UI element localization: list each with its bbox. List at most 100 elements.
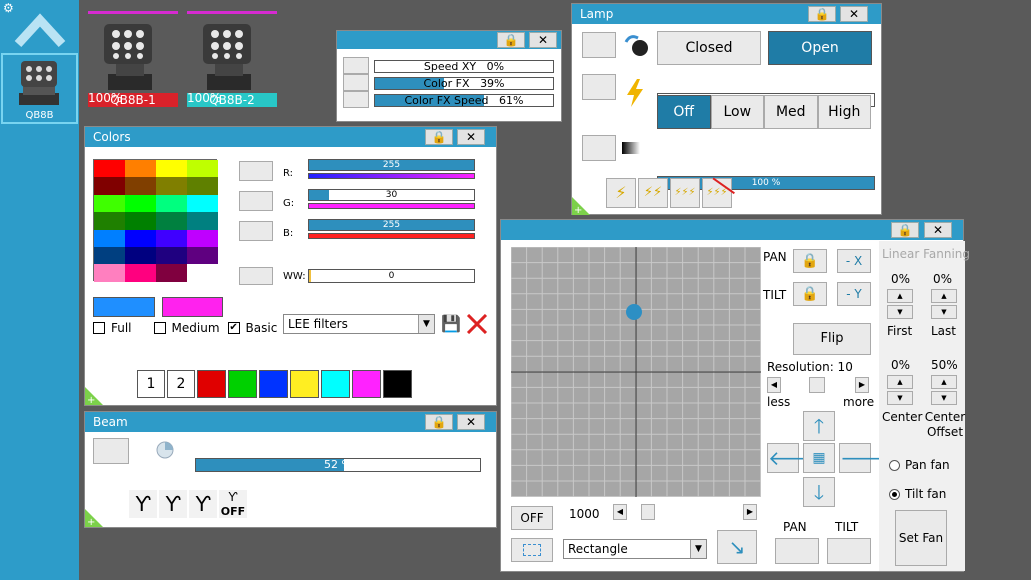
palette-swatch[interactable] xyxy=(94,177,125,195)
shutter-toggle[interactable] xyxy=(582,32,616,58)
palette-swatch[interactable] xyxy=(125,264,156,282)
preset-color-swatch[interactable] xyxy=(383,370,412,398)
preset-color-swatch[interactable] xyxy=(259,370,288,398)
red-toggle[interactable] xyxy=(239,161,273,181)
color-palette[interactable] xyxy=(93,159,218,282)
speed-xy-slider[interactable]: Speed XY 0% xyxy=(374,60,554,73)
blue-slider[interactable]: 255 xyxy=(308,219,475,231)
delete-icon[interactable] xyxy=(466,314,488,334)
power-med-button[interactable]: Med xyxy=(764,95,818,129)
color-fx-slider[interactable]: Color FX 39% xyxy=(374,77,554,90)
add-preset-icon[interactable]: + xyxy=(572,197,590,216)
palette-swatch[interactable] xyxy=(156,160,187,178)
palette-swatch[interactable] xyxy=(156,212,187,230)
tilt-fan-radio[interactable] xyxy=(889,488,900,500)
fixture-qb8b-1[interactable]: 100% QB8B-1 xyxy=(88,11,178,107)
preset-color-swatch[interactable] xyxy=(290,370,319,398)
basic-option[interactable]: ✔ Basic xyxy=(227,321,277,335)
palette-swatch[interactable] xyxy=(125,229,156,247)
palette-swatch[interactable] xyxy=(187,177,218,195)
resolution-slider[interactable]: ◀ ▶ xyxy=(767,377,873,395)
full-checkbox[interactable] xyxy=(93,322,105,334)
close-icon[interactable]: ✕ xyxy=(457,414,485,430)
pan-fan-option[interactable]: Pan fan xyxy=(889,458,950,472)
tilt-button[interactable] xyxy=(827,538,871,564)
palette-swatch[interactable] xyxy=(156,194,187,213)
power-low-button[interactable]: Low xyxy=(710,95,764,129)
palette-swatch[interactable] xyxy=(94,194,125,213)
power-high-button[interactable]: High xyxy=(817,95,871,129)
center-down-arrow[interactable]: ▼ xyxy=(887,391,913,405)
selected-color-secondary[interactable] xyxy=(162,297,223,317)
selected-color-primary[interactable] xyxy=(93,297,155,317)
flip-button[interactable]: Flip xyxy=(793,323,871,355)
set-fan-button[interactable]: Set Fan xyxy=(895,510,947,566)
warm-white-toggle[interactable] xyxy=(239,267,273,285)
red-slider[interactable]: 255 xyxy=(308,159,475,171)
resolution-less-arrow[interactable]: ◀ xyxy=(767,377,781,393)
closed-button[interactable]: Closed xyxy=(657,31,761,65)
full-option[interactable]: Full xyxy=(93,321,132,335)
diagonal-arrow-icon[interactable]: ↘ xyxy=(717,530,757,564)
color-fx-speed-toggle[interactable] xyxy=(343,91,369,108)
palette-swatch[interactable] xyxy=(94,264,125,282)
palette-swatch[interactable] xyxy=(125,177,156,195)
speed-faster-arrow[interactable]: ▶ xyxy=(743,504,757,520)
selection-rect-icon[interactable] xyxy=(511,538,553,562)
pan-tilt-grid[interactable] xyxy=(511,247,761,497)
last-up-arrow[interactable]: ▲ xyxy=(931,289,957,303)
arrow-down-icon[interactable]: 🡓 xyxy=(803,477,835,507)
palette-swatch[interactable] xyxy=(187,246,218,265)
pan-button[interactable] xyxy=(775,538,819,564)
gobo-2-icon[interactable]: Ƴ xyxy=(159,490,187,518)
invert-y-button[interactable]: - Y xyxy=(837,282,871,306)
beam-toggle[interactable] xyxy=(93,438,129,464)
speed-xy-toggle[interactable] xyxy=(343,57,369,74)
first-up-arrow[interactable]: ▲ xyxy=(887,289,913,303)
preset-1-button[interactable]: 1 xyxy=(137,370,165,398)
palette-swatch[interactable] xyxy=(94,212,125,230)
speed-slower-arrow[interactable]: ◀ xyxy=(613,504,627,520)
lock-icon[interactable]: 🔒 xyxy=(891,222,919,238)
palette-swatch[interactable] xyxy=(187,264,218,282)
palette-swatch[interactable] xyxy=(125,212,156,230)
pan-fan-radio[interactable] xyxy=(889,459,900,471)
arrow-left-icon[interactable]: 🡐 xyxy=(767,443,822,473)
close-icon[interactable]: ✕ xyxy=(529,32,557,48)
basic-checkbox[interactable]: ✔ xyxy=(227,322,240,334)
strobe-random-icon[interactable]: ⚡⚡⚡ xyxy=(701,177,735,211)
palette-swatch[interactable] xyxy=(156,229,187,247)
first-down-arrow[interactable]: ▼ xyxy=(887,305,913,319)
position-marker[interactable] xyxy=(626,304,642,320)
resolution-more-arrow[interactable]: ▶ xyxy=(855,377,869,393)
gobo-off-button[interactable]: Ƴ OFF xyxy=(219,490,247,518)
center-up-arrow[interactable]: ▲ xyxy=(887,375,913,389)
add-preset-icon[interactable]: + xyxy=(85,509,103,528)
strobe-3-icon[interactable]: ⚡⚡⚡ xyxy=(670,178,700,208)
preset-color-swatch[interactable] xyxy=(352,370,381,398)
palette-swatch[interactable] xyxy=(94,229,125,247)
palette-swatch[interactable] xyxy=(125,246,156,265)
lock-icon[interactable]: 🔒 xyxy=(425,414,453,430)
power-toggle[interactable] xyxy=(582,74,616,100)
offset-up-arrow[interactable]: ▲ xyxy=(931,375,957,389)
lock-icon[interactable]: 🔒 xyxy=(808,6,836,22)
color-fx-toggle[interactable] xyxy=(343,74,369,91)
close-icon[interactable]: ✕ xyxy=(924,222,952,238)
pan-lock-icon[interactable]: 🔒 xyxy=(793,249,827,273)
preset-2-button[interactable]: 2 xyxy=(167,370,195,398)
color-fx-speed-slider[interactable]: Color FX Speed 61% xyxy=(374,94,554,107)
palette-swatch[interactable] xyxy=(94,160,125,178)
palette-swatch[interactable] xyxy=(156,177,187,195)
palette-swatch[interactable] xyxy=(187,160,218,178)
palette-swatch[interactable] xyxy=(94,246,125,265)
fixture-thumbnail[interactable]: QB8B xyxy=(1,53,78,124)
green-slider[interactable]: 30 xyxy=(308,189,475,201)
filter-select[interactable]: LEE filters ▼ xyxy=(283,314,435,334)
palette-swatch[interactable] xyxy=(125,194,156,213)
palette-swatch[interactable] xyxy=(187,194,218,213)
preset-color-swatch[interactable] xyxy=(228,370,257,398)
add-preset-icon[interactable]: + xyxy=(85,387,103,406)
lock-icon[interactable]: 🔒 xyxy=(497,32,525,48)
lock-icon[interactable]: 🔒 xyxy=(425,129,453,145)
